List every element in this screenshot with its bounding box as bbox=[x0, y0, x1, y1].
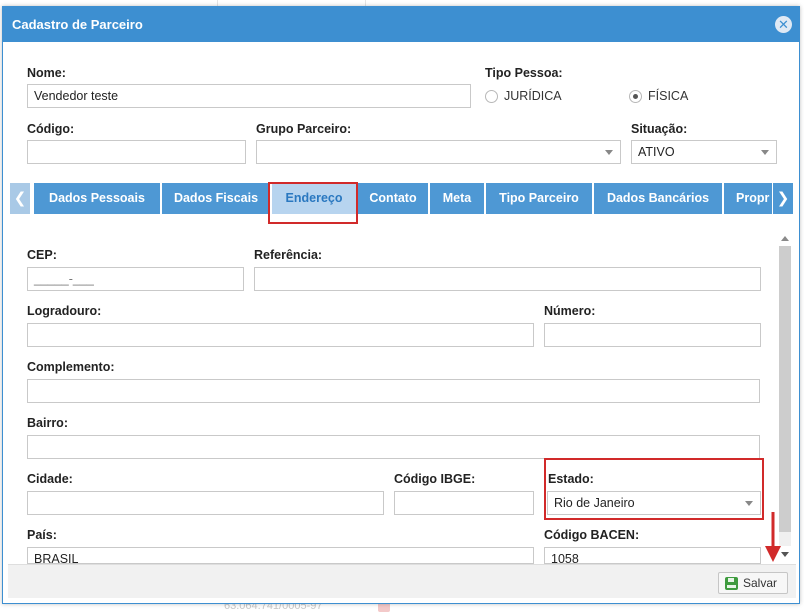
cep-input[interactable]: _____-___ bbox=[27, 267, 244, 291]
numero-input[interactable] bbox=[544, 323, 761, 347]
tab-tipo-parceiro[interactable]: Tipo Parceiro bbox=[486, 183, 592, 214]
radio-fisica[interactable]: FÍSICA bbox=[629, 89, 688, 103]
tab-dados-fiscais[interactable]: Dados Fiscais bbox=[162, 183, 270, 214]
complemento-input[interactable] bbox=[27, 379, 760, 403]
tab-endereco[interactable]: Endereço bbox=[272, 183, 356, 214]
tipo-pessoa-label: Tipo Pessoa: bbox=[485, 66, 563, 80]
radio-juridica-circle[interactable] bbox=[485, 89, 498, 103]
estado-label: Estado: bbox=[548, 472, 594, 486]
situacao-select[interactable]: ATIVO bbox=[631, 140, 777, 164]
situacao-value: ATIVO bbox=[638, 145, 675, 159]
chevron-down-icon bbox=[761, 150, 769, 155]
tab-contato[interactable]: Contato bbox=[358, 183, 428, 214]
complemento-label: Complemento: bbox=[27, 360, 115, 374]
codigo-bacen-label: Código BACEN: bbox=[544, 528, 640, 542]
cidade-label: Cidade: bbox=[27, 472, 73, 486]
codigo-bacen-input[interactable]: 1058 bbox=[544, 547, 761, 564]
radio-fisica-circle[interactable] bbox=[629, 89, 642, 103]
codigo-label: Código: bbox=[27, 122, 75, 136]
grupo-parceiro-select[interactable] bbox=[256, 140, 621, 164]
estado-value: Rio de Janeiro bbox=[554, 496, 635, 510]
dialog-titlebar: Cadastro de Parceiro ✕ bbox=[3, 7, 799, 42]
referencia-input[interactable] bbox=[254, 267, 761, 291]
codigo-ibge-input[interactable] bbox=[394, 491, 534, 515]
estado-select[interactable]: Rio de Janeiro bbox=[547, 491, 761, 515]
tab-dados-bancarios[interactable]: Dados Bancários bbox=[594, 183, 722, 214]
radio-fisica-label: FÍSICA bbox=[648, 89, 689, 103]
cep-label: CEP: bbox=[27, 248, 57, 262]
chevron-down-icon bbox=[605, 150, 613, 155]
tab-meta[interactable]: Meta bbox=[430, 183, 484, 214]
dialog-footer bbox=[8, 564, 796, 598]
numero-label: Número: bbox=[544, 304, 596, 318]
cidade-input[interactable] bbox=[27, 491, 384, 515]
tab-next-icon[interactable]: ❯ bbox=[773, 183, 793, 214]
bairro-label: Bairro: bbox=[27, 416, 68, 430]
logradouro-label: Logradouro: bbox=[27, 304, 102, 318]
pais-input[interactable]: BRASIL bbox=[27, 547, 534, 564]
codigo-input[interactable] bbox=[27, 140, 246, 164]
chevron-down-icon bbox=[745, 501, 753, 506]
codigo-ibge-label: Código IBGE: bbox=[394, 472, 476, 486]
save-button-label: Salvar bbox=[743, 576, 778, 590]
logradouro-input[interactable] bbox=[27, 323, 534, 347]
tab-dados-pessoais[interactable]: Dados Pessoais bbox=[34, 183, 160, 214]
scroll-up-icon[interactable] bbox=[781, 236, 789, 241]
grupo-parceiro-label: Grupo Parceiro: bbox=[256, 122, 352, 136]
scroll-down-icon[interactable] bbox=[781, 552, 789, 557]
tab-prev-icon[interactable]: ❮ bbox=[10, 183, 30, 214]
close-icon[interactable]: ✕ bbox=[775, 16, 792, 33]
tab-strip: ❮ Dados Pessoais Dados Fiscais Endereço … bbox=[8, 181, 796, 217]
annotation-arrow-icon bbox=[765, 512, 781, 562]
dialog-title: Cadastro de Parceiro bbox=[12, 17, 143, 32]
save-button[interactable]: Salvar bbox=[718, 572, 788, 594]
pais-label: País: bbox=[27, 528, 57, 542]
floppy-disk-icon bbox=[725, 576, 738, 590]
scroll-thumb[interactable] bbox=[779, 246, 791, 532]
nome-input[interactable]: Vendedor teste bbox=[27, 84, 471, 108]
bairro-input[interactable] bbox=[27, 435, 760, 459]
tab-propriedades[interactable]: Propr bbox=[724, 183, 772, 214]
radio-juridica-label: JURÍDICA bbox=[504, 89, 562, 103]
situacao-label: Situação: bbox=[631, 122, 688, 136]
referencia-label: Referência: bbox=[254, 248, 323, 262]
nome-label: Nome: bbox=[27, 66, 66, 80]
radio-juridica[interactable]: JURÍDICA bbox=[485, 89, 562, 103]
